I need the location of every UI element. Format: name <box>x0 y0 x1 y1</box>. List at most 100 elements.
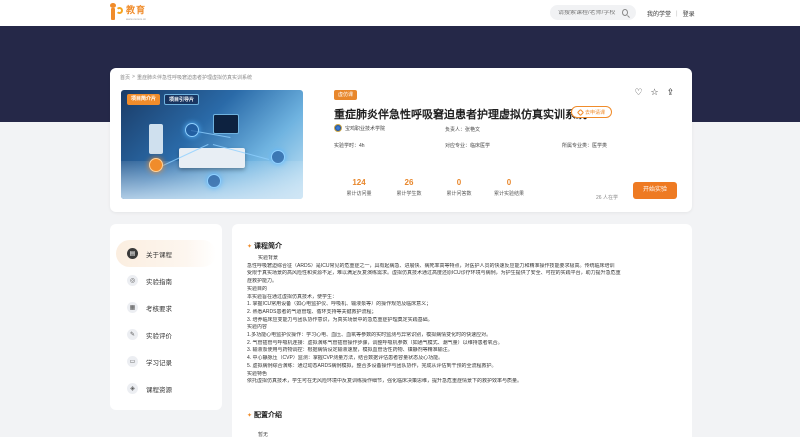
login-link[interactable]: 登录 <box>683 9 695 18</box>
compass-icon: ◎ <box>127 275 138 286</box>
school-info[interactable]: 宝鸡职业技术学院 <box>334 124 385 132</box>
stat-label: 累计访问量 <box>346 191 372 197</box>
course-stats: 124 累计访问量 26 累计学生数 0 累计问答数 0 累计实验结果 <box>334 178 534 197</box>
intro-line: 5. 虚拟病例综合演练：通过动态ARDS病例模拟，整合多设备操作与团队协作，完成… <box>247 362 497 369</box>
course-owner: 负责人：张艳文 <box>445 127 481 133</box>
layers-icon: ◈ <box>127 383 138 394</box>
nav-item-records[interactable]: ▭ 学习记录 <box>110 348 222 375</box>
config-body: 暂无 <box>258 432 269 437</box>
section-star-icon: ✦ <box>247 243 253 250</box>
stat-value: 0 <box>456 178 462 187</box>
logo-title: 教育 <box>126 5 147 15</box>
intro-line: 2. 气管插管与呼吸机连接：虚拟演练气管插管操作步骤，调整呼吸机参数（如通气模式… <box>247 339 503 346</box>
edit-icon <box>576 108 585 116</box>
course-category: 所属专业类：医学类 <box>562 143 608 149</box>
intro-line: 3. 培养临床应变能力与团队协作意识，为真实场景中的急危重症护理奠定实践基础。 <box>247 316 433 323</box>
course-side-nav: ▤ 关于课程 ◎ 实验指南 ▦ 考核要求 ✎ 实验评价 ▭ 学习记录 ◈ 课程资… <box>110 224 222 410</box>
stat-questions: 0 累计问答数 <box>434 178 484 197</box>
breadcrumb: 首页 > 重症肺炎伴急性呼吸窘迫患者护理虚拟仿真实训系统 <box>120 74 252 81</box>
course-actions: ♡ ☆ ⇪ <box>634 88 675 97</box>
nav-item-label: 课程资源 <box>146 386 172 394</box>
intro-section-title: ✦ 课程简介 <box>247 241 282 251</box>
section-star-icon: ✦ <box>247 412 253 419</box>
hotspot-node[interactable] <box>271 150 285 164</box>
stat-results: 0 累计实验结果 <box>484 178 534 197</box>
intro-line: 本实验旨在通过虚拟仿真技术，使学生： <box>247 293 338 300</box>
school-logo-icon <box>334 124 342 132</box>
course-hours: 实验学时：4h <box>334 143 365 149</box>
apply-course-label: 去申请课 <box>585 109 606 116</box>
config-title-text: 配置介绍 <box>254 412 283 419</box>
course-cover-image[interactable]: 项目简介片 项目引导片 <box>121 90 303 199</box>
stat-label: 累计实验结果 <box>493 191 524 197</box>
search-icon[interactable] <box>622 9 628 16</box>
stat-value: 124 <box>352 178 366 187</box>
logo-mark-icon <box>108 3 124 21</box>
intro-line: 实验特色 <box>247 370 268 377</box>
apply-course-button[interactable]: 去申请课 <box>571 106 613 118</box>
search-input[interactable] <box>558 9 622 16</box>
hotspot-node[interactable] <box>185 123 199 137</box>
cover-tag-guide[interactable]: 项目引导片 <box>164 94 200 105</box>
book-icon: ▭ <box>127 356 138 367</box>
intro-title-text: 课程简介 <box>254 243 283 250</box>
heart-icon[interactable]: ♡ <box>634 88 643 97</box>
stat-label: 累计学生数 <box>396 191 422 197</box>
logo-subtitle: www.xxxxxx.cn <box>126 17 147 21</box>
nav-item-label: 学习记录 <box>146 359 172 367</box>
nav-item-label: 考核要求 <box>146 305 172 313</box>
stat-value: 26 <box>404 178 414 187</box>
virtual-course-badge: 虚仿课 <box>334 90 358 100</box>
site-logo[interactable]: 教育 www.xxxxxx.cn <box>108 3 146 21</box>
nav-item-about[interactable]: ▤ 关于课程 <box>116 240 216 267</box>
start-experiment-button[interactable]: 开始实验 <box>633 182 677 199</box>
intro-line: 1.多功能心电监护仪操作：学习心电、血压、血氧等参数的实时监测与异常识别，模拟病… <box>247 332 492 339</box>
nav-item-guide[interactable]: ◎ 实验指南 <box>110 267 222 294</box>
clipboard-icon: ▦ <box>127 302 138 313</box>
nav-item-label: 关于课程 <box>146 251 172 259</box>
intro-line: 实验目的 <box>247 285 268 292</box>
breadcrumb-arrow: > <box>132 74 135 80</box>
nav-item-label: 实验评价 <box>146 332 172 340</box>
intro-line: 实验背景 <box>258 255 279 261</box>
nav-item-evaluation[interactable]: ✎ 实验评价 <box>110 321 222 348</box>
school-name: 宝鸡职业技术学院 <box>345 125 386 132</box>
top-bar: 教育 www.xxxxxx.cn 我的学堂 | 登录 <box>0 0 800 26</box>
top-links: 我的学堂 | 登录 <box>647 9 695 19</box>
intro-line: 依托虚拟仿真技术，学生可在无风险环境中反复训练操作细节，强化临床决策思维，提升急… <box>247 378 523 385</box>
my-study-link[interactable]: 我的学堂 <box>647 9 671 18</box>
cover-tag-intro[interactable]: 项目简介片 <box>127 94 161 105</box>
search-box <box>550 5 636 20</box>
intro-line: 2. 熟悉ARDS患者的气道管理、循环支持等关键救护流程； <box>247 308 377 315</box>
share-icon[interactable]: ⇪ <box>666 88 675 97</box>
stat-visits: 124 累计访问量 <box>334 178 384 197</box>
intro-line: 3. 输液泵使用与药物调控：根据病情设定输液速度，模拟血管活性药物、镇静剂等精准… <box>247 347 453 354</box>
intro-line: 受限于真实场景的高风险性和资源不足，难以满足反复演练需求。虚拟仿真技术通过高度还… <box>247 270 621 277</box>
nav-item-assessment[interactable]: ▦ 考核要求 <box>110 294 222 321</box>
course-card: 首页 > 重症肺炎伴急性呼吸窘迫患者护理虚拟仿真实训系统 项目简介片 项目引导片… <box>110 68 692 212</box>
intro-line: 急性呼吸窘迫综合征（ARDS）是ICU常见的危重症之一，具有起病急、进展快、病死… <box>247 262 615 269</box>
intro-line: 症救护能力。 <box>247 278 278 285</box>
stat-students: 26 累计学生数 <box>384 178 434 197</box>
top-link-separator: | <box>676 10 678 17</box>
breadcrumb-home[interactable]: 首页 <box>120 74 130 81</box>
course-info-icon: ▤ <box>127 248 138 259</box>
hotspot-node[interactable] <box>149 158 163 172</box>
intro-body: 实验背景 急性呼吸窘迫综合征（ARDS）是ICU常见的危重症之一，具有起病急、进… <box>247 255 677 386</box>
intro-line: 1. 掌握ICU常用设备（如心电监护仪、呼吸机、输液泵等）的操作规范及临床意义； <box>247 301 432 308</box>
course-content-panel: ✦ 课程简介 实验背景 急性呼吸窘迫综合征（ARDS）是ICU常见的危重症之一，… <box>232 224 692 437</box>
intro-line: 4. 中心静脉压（CVP）监测：掌握CVP测量方法，结合数据评估患者容量状态及心… <box>247 355 444 362</box>
nav-item-resources[interactable]: ◈ 课程资源 <box>110 375 222 402</box>
breadcrumb-current: 重症肺炎伴急性呼吸窘迫患者护理虚拟仿真实训系统 <box>136 75 252 81</box>
infusion-pump-graphic <box>149 124 163 154</box>
stat-label: 累计问答数 <box>446 191 472 197</box>
hotspot-node[interactable] <box>207 174 221 188</box>
learners-count: 26 人在学 <box>596 195 618 201</box>
nav-item-label: 实验指南 <box>146 278 172 286</box>
intro-line: 实验内容 <box>247 324 268 331</box>
star-icon[interactable]: ☆ <box>650 88 659 97</box>
course-major: 对应专业：临床医学 <box>445 143 491 149</box>
course-title: 重症肺炎伴急性呼吸窘迫患者护理虚拟仿真实训系统 <box>334 109 587 121</box>
stat-value: 0 <box>506 178 512 187</box>
monitor-graphic <box>213 114 239 134</box>
